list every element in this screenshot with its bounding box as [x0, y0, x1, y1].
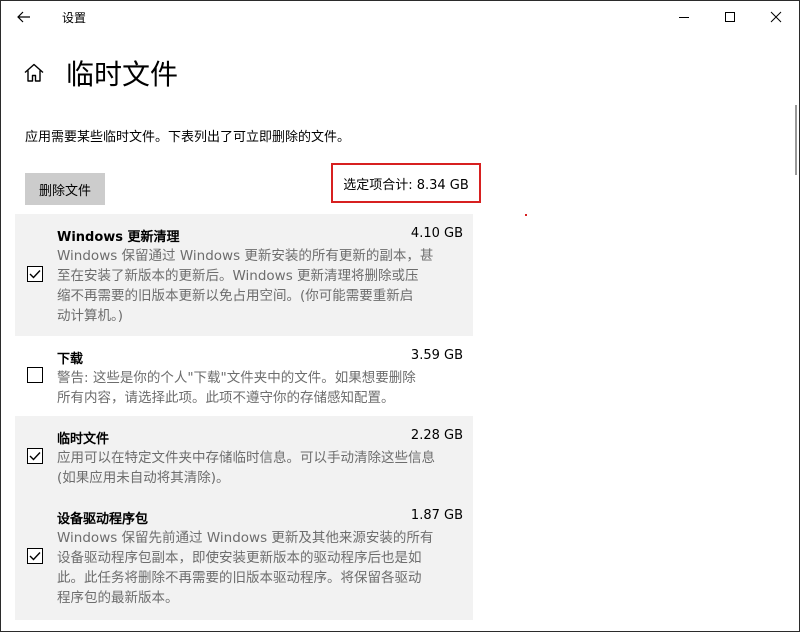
app-title: 设置: [62, 11, 87, 25]
close-icon: [770, 11, 782, 23]
item-size: 4.10 GB: [410, 226, 463, 241]
item-size: 1.87 GB: [410, 508, 463, 523]
item-size: 2.28 GB: [410, 428, 463, 443]
description-line: Windows 保留先前通过 Windows 更新及其他来源安装的所有: [57, 530, 434, 546]
description-line: 缩不再需要的旧版本更新以免占用空间。(你可能需要重新启: [57, 288, 414, 304]
maximize-button[interactable]: [707, 1, 753, 33]
item-name: 下载: [57, 352, 84, 367]
home-icon[interactable]: [23, 62, 45, 84]
item-description: 警告: 这些是你的个人"下载"文件夹中的文件。如果想要删除 所有内容，请选择此项…: [57, 368, 463, 408]
minimize-icon: [679, 17, 689, 18]
close-button[interactable]: [753, 1, 799, 33]
description-line: Windows 保留通过 Windows 更新安装的所有更新的副本，甚: [57, 248, 434, 264]
red-dot: [525, 214, 527, 216]
description-line: (如果应用未自动将其清除)。: [57, 470, 230, 486]
title-bar: 设置: [1, 1, 799, 33]
checkmark-icon: [29, 552, 41, 561]
item-description: Windows 保留先前通过 Windows 更新及其他来源安装的所有 设备驱动…: [57, 528, 463, 608]
scrollbar[interactable]: [795, 105, 797, 175]
item-name: 临时文件: [57, 432, 110, 447]
description-line: 所有内容，请选择此项。此项不遵守你的存储感知配置。: [57, 390, 395, 406]
checkmark-icon: [29, 270, 41, 279]
checkbox[interactable]: [27, 548, 43, 564]
checkmark-icon: [29, 452, 41, 461]
page-title: 临时文件: [66, 58, 179, 91]
description-line: 应用可以在特定文件夹中存储临时信息。可以手动清除这些信息: [57, 450, 435, 466]
back-arrow-icon: [17, 11, 30, 23]
temp-files-list: Windows 更新清理 4.10 GB Windows 保留通过 Window…: [15, 214, 473, 620]
settings-window: 设置 临时文件 应用需要某些临时文件。下表列出了可立即删除的文件。 删除文件 选…: [0, 0, 800, 632]
description-line: 动计算机。): [57, 308, 124, 324]
checkbox[interactable]: [27, 266, 43, 282]
list-item-windows-update[interactable]: Windows 更新清理 4.10 GB Windows 保留通过 Window…: [15, 214, 473, 336]
description-line: 警告: 这些是你的个人"下载"文件夹中的文件。如果想要删除: [57, 370, 416, 386]
checkbox[interactable]: [27, 448, 43, 464]
list-item-downloads[interactable]: 下载 3.59 GB 警告: 这些是你的个人"下载"文件夹中的文件。如果想要删除…: [15, 336, 473, 416]
item-name: Windows 更新清理: [57, 230, 180, 245]
description-line: 此。此任务将删除不再需要的旧版本驱动程序。将保留各驱动: [57, 570, 422, 586]
minimize-button[interactable]: [661, 1, 707, 33]
item-size: 3.59 GB: [410, 348, 463, 363]
description-line: 至在安装了新版本的更新后。Windows 更新清理将删除或压: [57, 268, 419, 284]
back-button[interactable]: [9, 5, 39, 29]
checkbox[interactable]: [27, 367, 43, 383]
description-line: 程序包的最新版本。: [57, 590, 179, 606]
delete-files-button[interactable]: 删除文件: [25, 173, 105, 205]
selected-total-label: 选定项合计: 8.34 GB: [343, 177, 469, 193]
item-description: 应用可以在特定文件夹中存储临时信息。可以手动清除这些信息 (如果应用未自动将其清…: [57, 448, 463, 488]
selected-total: 选定项合计: 8.34 GB: [331, 163, 481, 203]
item-description: Windows 保留通过 Windows 更新安装的所有更新的副本，甚 至在安装…: [57, 246, 463, 326]
maximize-icon: [725, 12, 735, 22]
description-line: 设备驱动程序包副本，即使安装更新版本的驱动程序后也是如: [57, 550, 422, 566]
item-name: 设备驱动程序包: [57, 512, 149, 527]
page-description: 应用需要某些临时文件。下表列出了可立即删除的文件。: [25, 130, 351, 145]
list-item-temp-files[interactable]: 临时文件 2.28 GB 应用可以在特定文件夹中存储临时信息。可以手动清除这些信…: [15, 416, 473, 496]
list-item-driver-packages[interactable]: 设备驱动程序包 1.87 GB Windows 保留先前通过 Windows 更…: [15, 496, 473, 620]
